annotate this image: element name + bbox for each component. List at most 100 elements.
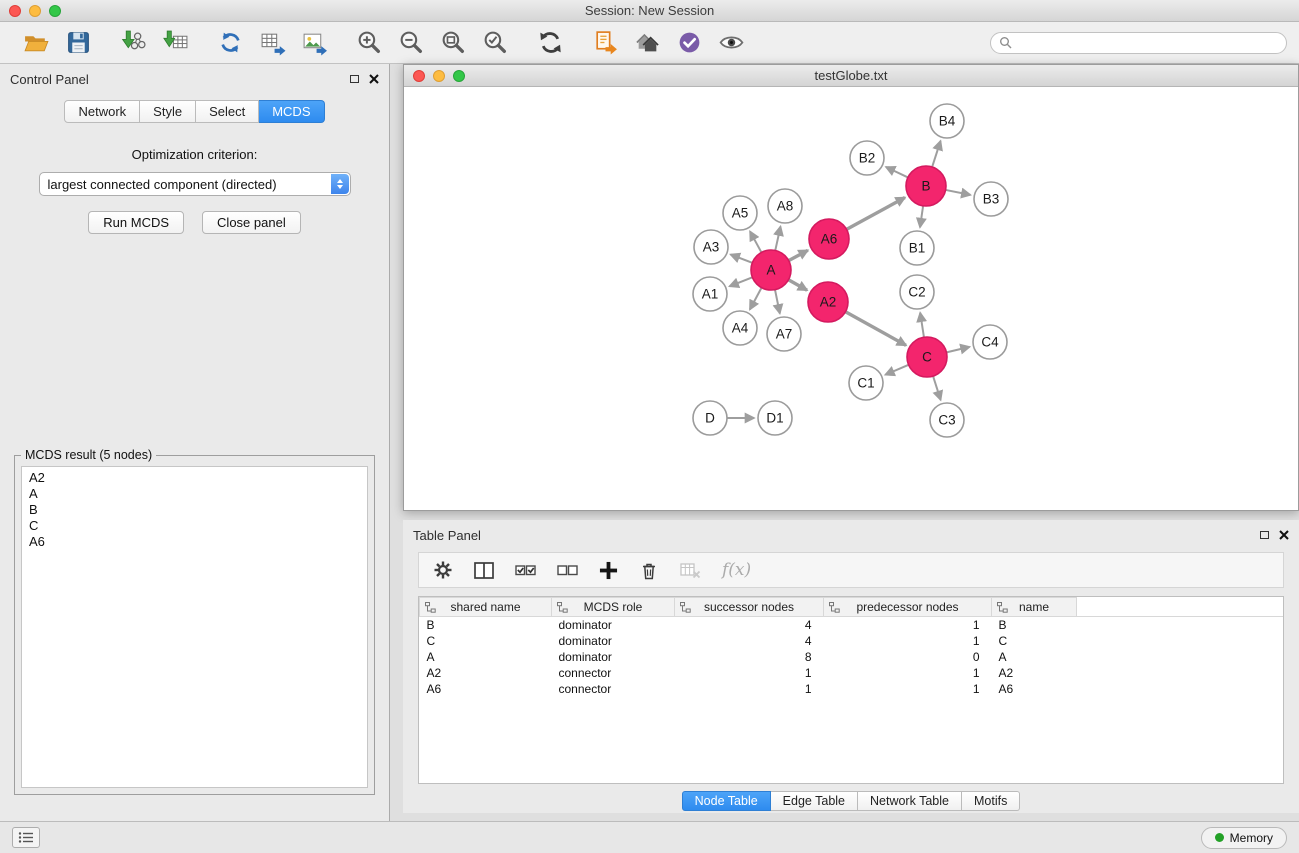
network-zoom-button[interactable]	[453, 70, 465, 82]
network-window-titlebar[interactable]: testGlobe.txt	[404, 65, 1298, 87]
edge-C-C4[interactable]	[946, 347, 969, 353]
tab-network[interactable]: Network	[64, 100, 140, 123]
export-page-button[interactable]	[587, 26, 623, 60]
node-A8[interactable]: A8	[768, 189, 802, 223]
cell-MCDS-role[interactable]: connector	[552, 681, 675, 697]
edge-C-C1[interactable]	[885, 365, 908, 375]
cell-predecessor-nodes[interactable]: 1	[824, 617, 992, 633]
network-minimize-button[interactable]	[433, 70, 445, 82]
column-header-name[interactable]: name	[992, 598, 1077, 617]
close-panel-icon[interactable]	[369, 74, 379, 84]
node-B3[interactable]: B3	[974, 182, 1008, 216]
table-row[interactable]: A2connector11A2	[420, 665, 1284, 681]
add-row-button[interactable]	[599, 555, 618, 585]
tab-node-table[interactable]: Node Table	[682, 791, 771, 811]
node-C1[interactable]: C1	[849, 366, 883, 400]
refresh-button[interactable]	[532, 26, 568, 60]
memory-button[interactable]: Memory	[1201, 827, 1287, 849]
node-C4[interactable]: C4	[973, 325, 1007, 359]
mcds-result-item[interactable]: A	[29, 486, 360, 502]
edge-A-A4[interactable]	[750, 288, 762, 310]
edge-A2-C[interactable]	[845, 312, 906, 346]
criterion-dropdown[interactable]: largest connected component (directed)	[39, 172, 351, 196]
export-image-button[interactable]	[296, 26, 332, 60]
tab-motifs[interactable]: Motifs	[962, 791, 1020, 811]
node-A7[interactable]: A7	[767, 317, 801, 351]
node-A6[interactable]: A6	[809, 219, 849, 259]
node-B[interactable]: B	[906, 166, 946, 206]
node-A5[interactable]: A5	[723, 196, 757, 230]
table-settings-button[interactable]	[433, 555, 453, 585]
cell-predecessor-nodes[interactable]: 0	[824, 649, 992, 665]
edge-A-A7[interactable]	[775, 290, 780, 314]
cell-shared-name[interactable]: C	[420, 633, 552, 649]
cell-predecessor-nodes[interactable]: 1	[824, 665, 992, 681]
node-B1[interactable]: B1	[900, 231, 934, 265]
zoom-fit-button[interactable]	[435, 26, 471, 60]
deselect-all-button[interactable]	[557, 555, 578, 585]
run-mcds-button[interactable]: Run MCDS	[88, 211, 184, 234]
node-C2[interactable]: C2	[900, 275, 934, 309]
function-builder-button[interactable]: f(x)	[722, 555, 751, 585]
node-C[interactable]: C	[907, 337, 947, 377]
node-A[interactable]: A	[751, 250, 791, 290]
style-button[interactable]	[671, 26, 707, 60]
cell-MCDS-role[interactable]: dominator	[552, 649, 675, 665]
edge-A-A6[interactable]	[789, 250, 808, 260]
export-network-button[interactable]	[212, 26, 248, 60]
edge-C-C3[interactable]	[933, 376, 941, 400]
cell-successor-nodes[interactable]: 1	[675, 665, 824, 681]
node-B4[interactable]: B4	[930, 104, 964, 138]
cell-MCDS-role[interactable]: dominator	[552, 617, 675, 633]
node-A3[interactable]: A3	[694, 230, 728, 264]
save-session-button[interactable]	[60, 26, 96, 60]
cell-name[interactable]: C	[992, 633, 1077, 649]
cell-successor-nodes[interactable]: 4	[675, 633, 824, 649]
fullscreen-window-button[interactable]	[49, 5, 61, 17]
cell-shared-name[interactable]: A	[420, 649, 552, 665]
import-network-button[interactable]	[115, 26, 151, 60]
zoom-selected-button[interactable]	[477, 26, 513, 60]
export-table-button[interactable]	[254, 26, 290, 60]
node-C3[interactable]: C3	[930, 403, 964, 437]
float-panel-icon[interactable]	[350, 75, 359, 83]
cell-name[interactable]: A	[992, 649, 1077, 665]
mcds-result-list[interactable]: A2ABCA6	[21, 466, 368, 788]
table-row[interactable]: Cdominator41C	[420, 633, 1284, 649]
edge-A-A8[interactable]	[775, 227, 780, 251]
float-table-panel-icon[interactable]	[1260, 531, 1269, 539]
tab-edge-table[interactable]: Edge Table	[771, 791, 858, 811]
node-D1[interactable]: D1	[758, 401, 792, 435]
edge-A-A3[interactable]	[731, 255, 753, 263]
cell-MCDS-role[interactable]: connector	[552, 665, 675, 681]
import-table-button[interactable]	[157, 26, 193, 60]
cell-successor-nodes[interactable]: 4	[675, 617, 824, 633]
cell-successor-nodes[interactable]: 8	[675, 649, 824, 665]
cell-successor-nodes[interactable]: 1	[675, 681, 824, 697]
minimize-window-button[interactable]	[29, 5, 41, 17]
mcds-result-item[interactable]: C	[29, 518, 360, 534]
zoom-in-button[interactable]	[351, 26, 387, 60]
table-row[interactable]: Adominator80A	[420, 649, 1284, 665]
network-close-button[interactable]	[413, 70, 425, 82]
cell-name[interactable]: A6	[992, 681, 1077, 697]
cell-shared-name[interactable]: A2	[420, 665, 552, 681]
edge-B-B1[interactable]	[920, 206, 923, 227]
cell-name[interactable]: B	[992, 617, 1077, 633]
edge-A-A5[interactable]	[750, 231, 761, 252]
delete-row-button[interactable]	[639, 555, 659, 585]
search-input[interactable]	[1018, 36, 1278, 50]
tab-select[interactable]: Select	[196, 100, 259, 123]
edge-A-A2[interactable]	[788, 280, 807, 290]
cell-shared-name[interactable]: A6	[420, 681, 552, 697]
mcds-result-item[interactable]: A6	[29, 534, 360, 550]
network-canvas[interactable]: B4B2BB3A5A8A6A3B1AA1C2A2A4A7C4CC1C3DD1	[404, 87, 1298, 510]
cell-predecessor-nodes[interactable]: 1	[824, 633, 992, 649]
edge-A6-B[interactable]	[847, 198, 905, 230]
select-all-button[interactable]	[515, 555, 536, 585]
zoom-out-button[interactable]	[393, 26, 429, 60]
tab-mcds[interactable]: MCDS	[259, 100, 324, 123]
edge-B-B2[interactable]	[886, 167, 908, 177]
close-table-panel-icon[interactable]	[1279, 530, 1289, 540]
cell-MCDS-role[interactable]: dominator	[552, 633, 675, 649]
